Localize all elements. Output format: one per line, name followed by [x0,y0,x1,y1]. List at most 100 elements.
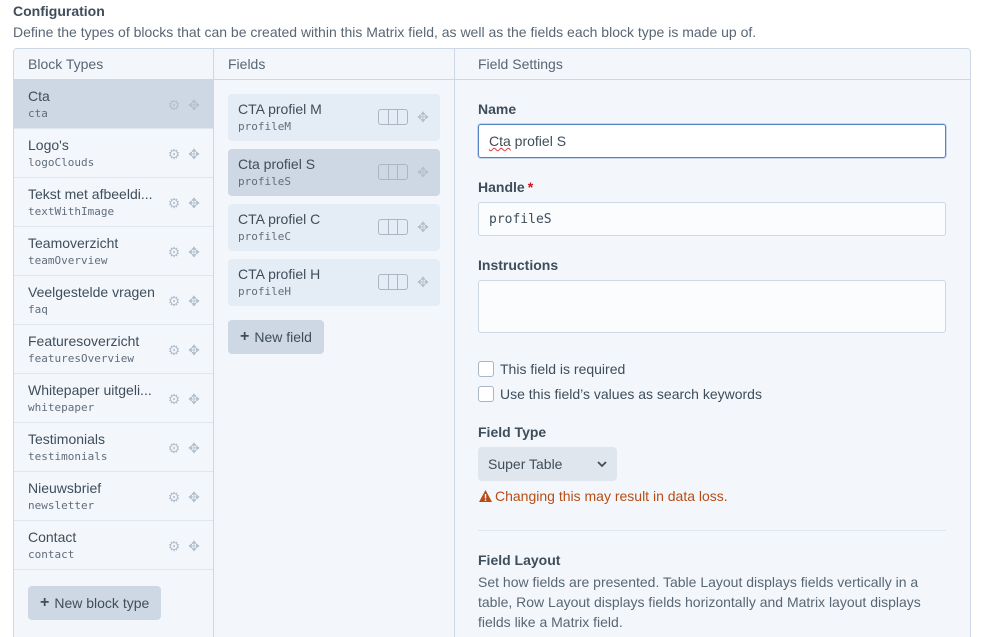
block-type-actions: ⚙ ✥ [167,539,201,553]
block-type-actions: ⚙ ✥ [167,392,201,406]
block-type-name: Logo's [28,137,69,153]
gear-icon[interactable]: ⚙ [167,147,181,161]
move-icon[interactable]: ✥ [187,392,201,406]
gear-icon[interactable]: ⚙ [167,245,181,259]
gear-icon[interactable]: ⚙ [167,392,181,406]
block-type-name: Teamoverzicht [28,235,119,251]
block-type-item[interactable]: Featuresoverzicht featuresOverview ⚙ ✥ [14,325,213,374]
field-layout-label: Field Layout [478,552,561,568]
move-icon[interactable]: ✥ [187,98,201,112]
field-item[interactable]: CTA profiel HprofileH ✥ [228,259,440,306]
block-type-name: Testimonials [28,431,106,447]
gear-icon[interactable]: ⚙ [167,98,181,112]
handle-input[interactable]: profileS [478,202,946,236]
block-type-item[interactable]: Testimonials testimonials ⚙ ✥ [14,423,213,472]
gear-icon[interactable]: ⚙ [167,343,181,357]
config-title: Configuration [13,3,105,19]
warning-icon [479,490,492,502]
field-actions: ✥ [378,274,430,290]
gear-icon[interactable]: ⚙ [167,441,181,455]
name-value: profiel S [510,133,567,149]
handle-label-text: Handle [478,179,525,195]
move-icon[interactable]: ✥ [416,165,430,179]
field-settings-column: Field Settings Name Cta profiel S Handle… [455,49,970,637]
move-icon[interactable]: ✥ [187,294,201,308]
block-type-item[interactable]: Nieuwsbrief newsletter ⚙ ✥ [14,472,213,521]
block-type-actions: ⚙ ✥ [167,147,201,161]
move-icon[interactable]: ✥ [187,539,201,553]
move-icon[interactable]: ✥ [187,343,201,357]
field-type-label: Field Type [478,424,547,440]
fields-column: Fields CTA profiel MprofileM ✥ Cta profiel… [214,49,455,637]
field-width-icon[interactable] [378,274,408,290]
gear-icon[interactable]: ⚙ [167,196,181,210]
gear-icon[interactable]: ⚙ [167,539,181,553]
move-icon[interactable]: ✥ [187,441,201,455]
block-type-item[interactable]: Veelgestelde vragen faq ⚙ ✥ [14,276,213,325]
field-item[interactable]: CTA profiel CprofileC ✥ [228,204,440,251]
required-indicator: * [527,179,534,195]
new-field-label: New field [254,329,312,345]
field-item[interactable]: Cta profiel SprofileS ✥ [228,149,440,196]
handle-value: profileS [489,211,552,227]
block-type-actions: ⚙ ✥ [167,196,201,210]
field-item[interactable]: CTA profiel MprofileM ✥ [228,94,440,141]
instructions-textarea[interactable] [478,280,946,333]
field-layout-description: Set how fields are presented. Table Layo… [478,574,921,630]
block-type-actions: ⚙ ✥ [167,245,201,259]
gear-icon[interactable]: ⚙ [167,490,181,504]
name-value-misspelled: Cta [489,133,511,149]
block-types-heading: Block Types [14,49,213,80]
block-type-item[interactable]: Cta cta ⚙ ✥ [14,80,213,129]
move-icon[interactable]: ✥ [187,147,201,161]
new-block-type-label: New block type [54,595,150,611]
field-type-select[interactable]: Super Table [478,447,617,481]
field-width-icon[interactable] [378,109,408,125]
move-icon[interactable]: ✥ [187,245,201,259]
block-type-item[interactable]: Tekst met afbeeldi... textWithImage ⚙ ✥ [14,178,213,227]
required-checkbox-row[interactable]: This field is required [478,361,625,377]
data-loss-warning: Changing this may result in data loss. [478,488,728,504]
data-loss-warning-text: Changing this may result in data loss. [495,488,728,504]
new-block-type-button[interactable]: + New block type [28,586,162,620]
fields-heading: Fields [214,49,454,80]
block-type-name: Cta [28,88,50,104]
block-type-item[interactable]: Contact contact ⚙ ✥ [14,521,213,570]
field-width-icon[interactable] [378,219,408,235]
instructions-label: Instructions [478,257,559,273]
move-icon[interactable]: ✥ [416,110,430,124]
required-checkbox[interactable] [478,361,494,377]
search-keywords-checkbox[interactable] [478,386,494,402]
field-actions: ✥ [378,109,430,125]
move-icon[interactable]: ✥ [187,196,201,210]
field-actions: ✥ [378,219,430,235]
gear-icon[interactable]: ⚙ [167,294,181,308]
new-field-button[interactable]: + New field [228,320,324,354]
field-actions: ✥ [378,164,430,180]
block-type-list: Cta cta ⚙ ✥ Logo's logoClouds ⚙ ✥ Tekst met afbe… [14,80,213,570]
divider [478,530,946,531]
handle-label: Handle * [478,179,533,195]
block-type-item[interactable]: Whitepaper uitgeli... whitepaper ⚙ ✥ [14,374,213,423]
block-type-item[interactable]: Teamoverzicht teamOverview ⚙ ✥ [14,227,213,276]
block-type-name: Veelgestelde vragen [28,284,155,300]
block-type-name: Featuresoverzicht [28,333,140,349]
move-icon[interactable]: ✥ [187,490,201,504]
block-type-actions: ⚙ ✥ [167,441,201,455]
move-icon[interactable]: ✥ [416,220,430,234]
chevron-down-icon [597,460,607,467]
block-type-name: Whitepaper uitgeli... [28,382,152,398]
matrix-configurator: Block Types Cta cta ⚙ ✥ Logo's logoClouds ⚙ ✥ Te… [13,48,971,637]
block-type-name: Tekst met afbeeldi... [28,186,153,202]
search-keywords-checkbox-row[interactable]: Use this field’s values as search keywor… [478,386,762,402]
block-type-item[interactable]: Logo's logoClouds ⚙ ✥ [14,129,213,178]
block-type-actions: ⚙ ✥ [167,490,201,504]
config-description: Define the types of blocks that can be c… [13,24,757,40]
block-type-actions: ⚙ ✥ [167,343,201,357]
block-type-actions: ⚙ ✥ [167,98,201,112]
field-settings-heading: Field Settings [455,49,970,80]
field-width-icon[interactable] [378,164,408,180]
move-icon[interactable]: ✥ [416,275,430,289]
name-input[interactable]: Cta profiel S [478,124,946,158]
plus-icon: + [40,594,50,611]
